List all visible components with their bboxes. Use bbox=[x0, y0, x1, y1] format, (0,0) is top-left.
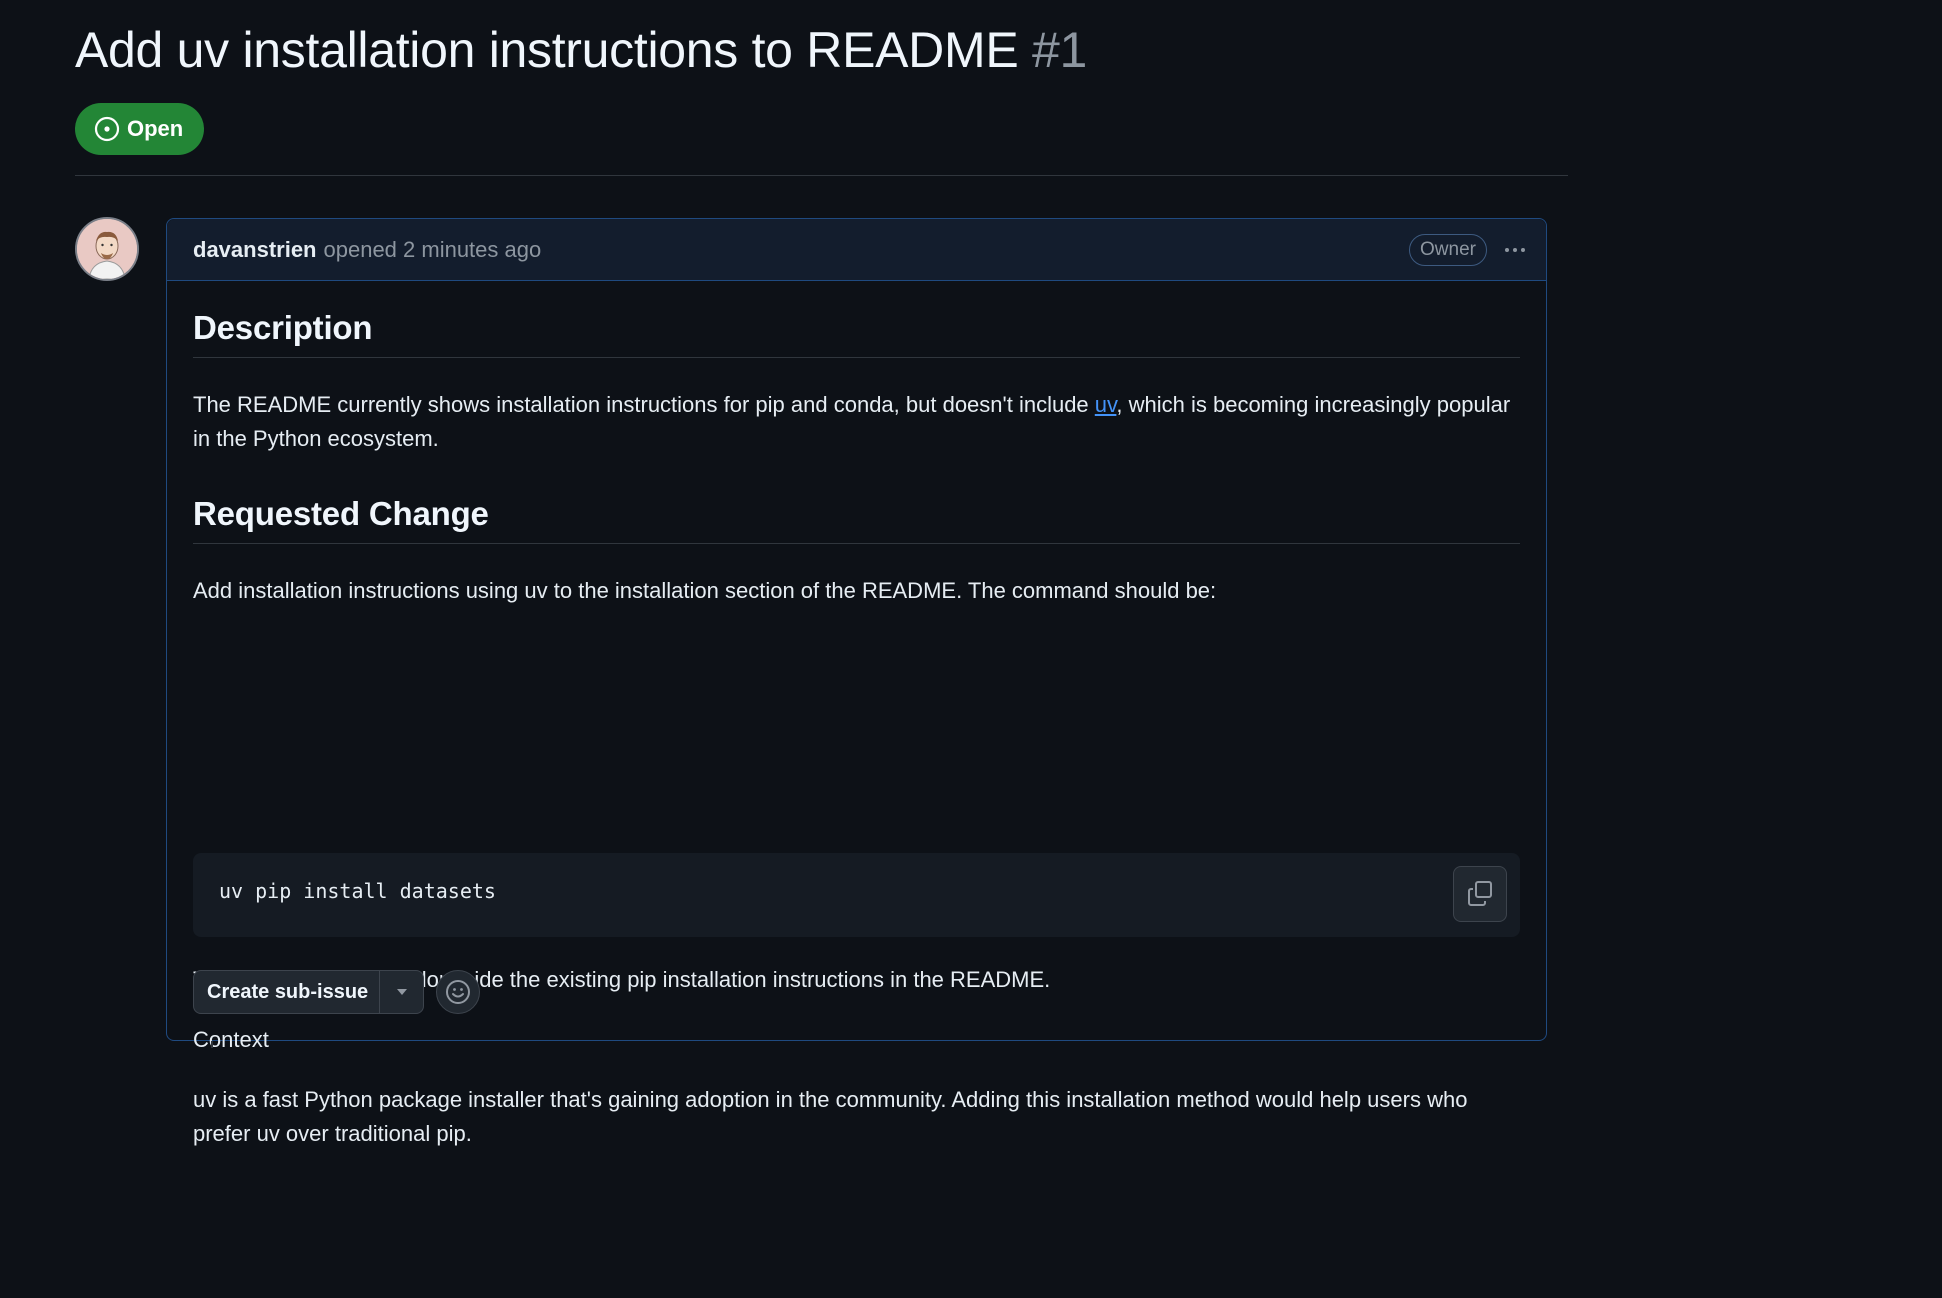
create-sub-issue-button[interactable]: Create sub-issue bbox=[194, 971, 380, 1013]
uv-link[interactable]: uv bbox=[1095, 392, 1117, 417]
timeline-connector bbox=[211, 1041, 213, 1048]
comment-timestamp[interactable]: opened 2 minutes ago bbox=[324, 237, 542, 263]
kebab-dot bbox=[1505, 248, 1509, 252]
paragraph-description: The README currently shows installation … bbox=[193, 388, 1520, 456]
kebab-dot bbox=[1521, 248, 1525, 252]
issue-state-badge: Open bbox=[75, 103, 204, 155]
paragraph-description-text-start: The README currently shows installation … bbox=[193, 392, 1095, 417]
triangle-down-icon bbox=[396, 989, 407, 995]
copy-icon bbox=[1468, 881, 1492, 906]
issue-state-label: Open bbox=[127, 116, 184, 141]
heading-description: Description bbox=[193, 309, 1520, 358]
issue-opened-icon bbox=[94, 116, 120, 142]
add-reaction-button[interactable] bbox=[436, 970, 480, 1014]
user-avatar-icon bbox=[77, 219, 137, 279]
issue-comment: davanstrien opened 2 minutes ago Owner D… bbox=[166, 218, 1547, 1146]
paragraph-context: uv is a fast Python package installer th… bbox=[193, 1087, 1468, 1146]
comment-author-link[interactable]: davanstrien bbox=[193, 237, 317, 263]
kebab-dot bbox=[1513, 248, 1517, 252]
create-sub-issue-split-button: Create sub-issue bbox=[193, 970, 424, 1014]
copy-code-button[interactable] bbox=[1453, 866, 1507, 922]
issue-title-text: Add uv installation instructions to READ… bbox=[75, 22, 1019, 78]
code-block: uv pip install datasets bbox=[193, 853, 1520, 937]
paragraph-requested-change: Add installation instructions using uv t… bbox=[193, 578, 1217, 603]
paragraph-context-label: Context bbox=[193, 1027, 269, 1052]
issue-number: #1 bbox=[1031, 22, 1087, 78]
header-divider bbox=[75, 175, 1568, 176]
issue-title: Add uv installation instructions to READ… bbox=[75, 18, 1087, 82]
sub-issue-dropdown-button[interactable] bbox=[380, 971, 423, 1013]
code-text: uv pip install datasets bbox=[219, 879, 496, 903]
comment-header: davanstrien opened 2 minutes ago Owner bbox=[167, 219, 1546, 281]
avatar[interactable] bbox=[75, 217, 139, 281]
heading-requested-change: Requested Change bbox=[193, 495, 1520, 544]
smiley-icon bbox=[446, 980, 470, 1004]
issue-page: Add uv installation instructions to READ… bbox=[0, 0, 1568, 1146]
owner-role-badge: Owner bbox=[1409, 234, 1487, 266]
comment-options-button[interactable] bbox=[1498, 233, 1532, 267]
